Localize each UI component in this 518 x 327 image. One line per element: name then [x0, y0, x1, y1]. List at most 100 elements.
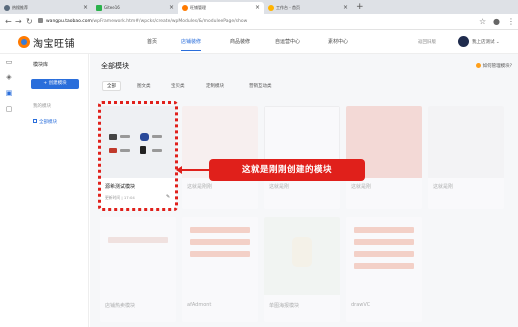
module-card-new[interactable]: 源希测试模块 更新时间 | 17:04 ✎: [100, 106, 176, 209]
browser-tab[interactable]: Gitee16 ×: [92, 2, 178, 14]
tab-favicon-icon: [268, 5, 274, 11]
module-card-name: 店铺热卖模块: [105, 303, 136, 309]
create-module-button[interactable]: + 创建模块: [31, 79, 79, 89]
tab-favicon-icon: [182, 5, 188, 11]
page-icon[interactable]: ▭: [5, 58, 13, 66]
url-path: /wpFramework.htm#/wpcks/create/wpModules…: [91, 19, 248, 24]
browser-tab[interactable]: 热搜推荐 ×: [0, 2, 92, 14]
close-icon[interactable]: ×: [255, 2, 260, 14]
filter-tab-custom[interactable]: 定制模块: [206, 83, 224, 89]
thumb-item: [152, 135, 162, 138]
module-card-meta: 更新时间 | 17:04: [105, 195, 135, 200]
module-card-name: 源希测试模块: [105, 184, 136, 190]
filter-tab-marketing[interactable]: 营销互动类: [249, 83, 272, 89]
thumb-item: [140, 146, 146, 154]
tab-label: 旺铺管理: [190, 5, 206, 10]
monitor-icon[interactable]: ▢: [5, 105, 13, 113]
thumb-item: [109, 148, 117, 153]
module-icon[interactable]: ▣: [5, 89, 13, 97]
user-menu[interactable]: 我上店测试 ⌄: [472, 39, 500, 45]
menu-dots-icon[interactable]: ⋮: [507, 16, 515, 28]
close-icon[interactable]: ×: [343, 2, 348, 14]
new-tab-button[interactable]: +: [356, 1, 364, 13]
reload-icon[interactable]: ↻: [26, 16, 33, 28]
help-link-label: 如何管理模块?: [482, 64, 512, 69]
nav-self-operation-center[interactable]: 自运营中心: [275, 38, 300, 45]
callout-label: 这就是刚刚创建的模块: [209, 159, 365, 181]
thumb-item: [354, 251, 414, 257]
module-card-name: 这就是刚: [433, 184, 454, 190]
module-thumbnail: [346, 217, 422, 295]
nav-shop-decoration[interactable]: 店铺装修: [181, 38, 202, 51]
thumb-item: [152, 149, 162, 152]
page-title: 全部模块: [101, 62, 129, 70]
sidebar-item-label: 全部模块: [39, 120, 57, 125]
icon-rail: ▭ ◈ ▣ ▢: [0, 54, 18, 327]
thumb-item: [140, 133, 149, 141]
close-icon[interactable]: ×: [83, 2, 88, 14]
nav-product-decoration[interactable]: 商品装修: [230, 38, 250, 45]
sidebar-item-all-modules[interactable]: 全部模块: [33, 119, 57, 125]
edit-icon[interactable]: ✎: [166, 194, 170, 200]
module-card[interactable]: 这就是刚刚: [182, 106, 258, 209]
module-thumbnail: [264, 217, 340, 295]
tab-label: Gitee16: [104, 5, 120, 10]
layers-icon[interactable]: ◈: [5, 73, 13, 81]
nav-material-center[interactable]: 素材中心: [328, 38, 348, 45]
tab-label: 工作台 - 首页: [276, 5, 300, 10]
thumb-item: [354, 263, 414, 269]
thumb-item: [190, 227, 250, 233]
module-thumbnail: [182, 217, 258, 295]
url-field[interactable]: wangpu.taobao.com/wpFramework.htm#/wpcks…: [38, 17, 458, 27]
url-domain: wangpu.taobao.com: [46, 19, 92, 24]
back-arrow-icon[interactable]: ←: [5, 16, 12, 28]
tab-favicon-icon: [96, 5, 102, 11]
star-icon[interactable]: ☆: [479, 16, 486, 28]
thumb-item: [108, 237, 168, 243]
module-card[interactable]: 店铺热卖模块: [100, 217, 176, 322]
sidebar: 模块库 + 创建模块 我的模块 全部模块: [22, 54, 89, 327]
module-card[interactable]: 这就是刚: [264, 106, 340, 209]
thumb-item: [120, 149, 130, 152]
module-card[interactable]: 这就是刚: [346, 106, 422, 209]
logo-text: 淘宝旺铺: [33, 38, 75, 50]
help-link[interactable]: 如何管理模块?: [475, 63, 512, 69]
nav-home[interactable]: 首页: [147, 38, 157, 45]
sidebar-title: 模块库: [33, 62, 49, 68]
back-to-old-version-link[interactable]: 返回旧版: [418, 39, 436, 45]
logo[interactable]: 淘宝旺铺: [18, 35, 75, 50]
thumb-item: [120, 135, 130, 138]
address-bar: ← → ↻ wangpu.taobao.com/wpFramework.htm#…: [0, 14, 518, 30]
thumb-item: [354, 239, 414, 245]
module-card[interactable]: drawVC: [346, 217, 422, 322]
taobao-logo-icon: [18, 36, 30, 48]
module-card[interactable]: afAdmont: [182, 217, 258, 322]
main-content: 全部模块 如何管理模块? 全部 图文类 宝贝类 定制模块 营销互动类 源希测试模…: [90, 54, 518, 327]
avatar[interactable]: [458, 36, 469, 47]
module-card-name: 这就是刚: [269, 184, 290, 190]
module-thumbnail: [100, 106, 176, 178]
forward-arrow-icon[interactable]: →: [15, 16, 22, 28]
module-card-name: 单图海报模块: [269, 303, 300, 309]
sidebar-group-label: 我的模块: [33, 104, 51, 109]
filter-tab-graphic[interactable]: 图文类: [137, 83, 151, 89]
module-thumbnail: [100, 217, 176, 295]
browser-tab-active[interactable]: 旺铺管理 ×: [178, 2, 264, 14]
close-icon[interactable]: ×: [169, 2, 174, 14]
filter-tab-all[interactable]: 全部: [102, 81, 121, 91]
profile-icon[interactable]: ●: [493, 16, 500, 28]
module-card-name: drawVC: [351, 302, 371, 308]
grid-icon: [33, 119, 37, 123]
thumb-item: [190, 251, 250, 257]
module-card[interactable]: 这就是刚: [428, 106, 504, 209]
browser-tab-bar: 热搜推荐 × Gitee16 × 旺铺管理 × 工作台 - 首页 × +: [0, 0, 518, 14]
app-header: 淘宝旺铺 首页 店铺装修 商品装修 自运营中心 素材中心 返回旧版 我上店测试 …: [0, 30, 518, 54]
thumb-item: [292, 237, 312, 267]
filter-tab-item[interactable]: 宝贝类: [171, 83, 185, 89]
browser-tab[interactable]: 工作台 - 首页 ×: [264, 2, 352, 14]
thumb-item: [109, 134, 117, 140]
user-name: 我上店测试: [472, 40, 495, 45]
module-card[interactable]: 单图海报模块: [264, 217, 340, 322]
thumb-item: [190, 239, 250, 245]
thumb-item: [354, 227, 414, 233]
